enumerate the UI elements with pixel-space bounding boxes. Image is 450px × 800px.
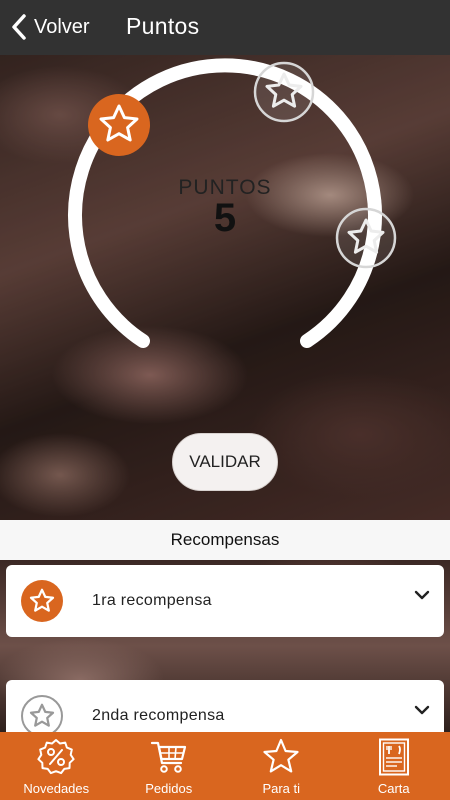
chevron-down-icon xyxy=(414,705,430,715)
points-hero: PUNTOS 5 VALIDAR xyxy=(0,55,450,520)
tab-para-ti[interactable]: Para ti xyxy=(225,732,338,800)
points-value: 5 xyxy=(213,196,237,240)
menu-card-icon xyxy=(378,738,409,776)
top-app-bar: Volver Puntos xyxy=(0,0,450,55)
page-title: Puntos xyxy=(126,13,200,39)
tab-label: Pedidos xyxy=(145,781,193,796)
percent-badge-icon xyxy=(37,739,75,775)
milestone-star-1 xyxy=(88,94,150,156)
star-icon xyxy=(263,738,299,773)
back-button[interactable]: Volver xyxy=(10,11,90,43)
reward-star-icon xyxy=(21,695,63,737)
tab-label: Para ti xyxy=(262,781,301,796)
shopping-cart-icon xyxy=(150,741,186,773)
back-label: Volver xyxy=(34,15,90,38)
chevron-left-icon xyxy=(12,14,26,40)
tab-label: Novedades xyxy=(23,781,90,796)
tab-label: Carta xyxy=(377,781,410,796)
chevron-down-icon xyxy=(414,590,430,600)
reward-label: 1ra recompensa xyxy=(92,592,212,609)
milestone-star-2 xyxy=(253,61,315,123)
validate-button[interactable]: VALIDAR xyxy=(172,433,278,491)
reward-item-1[interactable]: 1ra recompensa xyxy=(6,565,444,637)
tab-pedidos[interactable]: Pedidos xyxy=(113,732,226,800)
bottom-tab-bar: Novedades Pedidos Para ti Carta xyxy=(0,732,450,800)
rewards-section-title: Recompensas xyxy=(0,520,450,560)
tab-carta[interactable]: Carta xyxy=(338,732,450,800)
tab-novedades[interactable]: Novedades xyxy=(0,732,113,800)
reward-star-icon xyxy=(21,580,63,622)
reward-label: 2nda recompensa xyxy=(92,707,225,724)
